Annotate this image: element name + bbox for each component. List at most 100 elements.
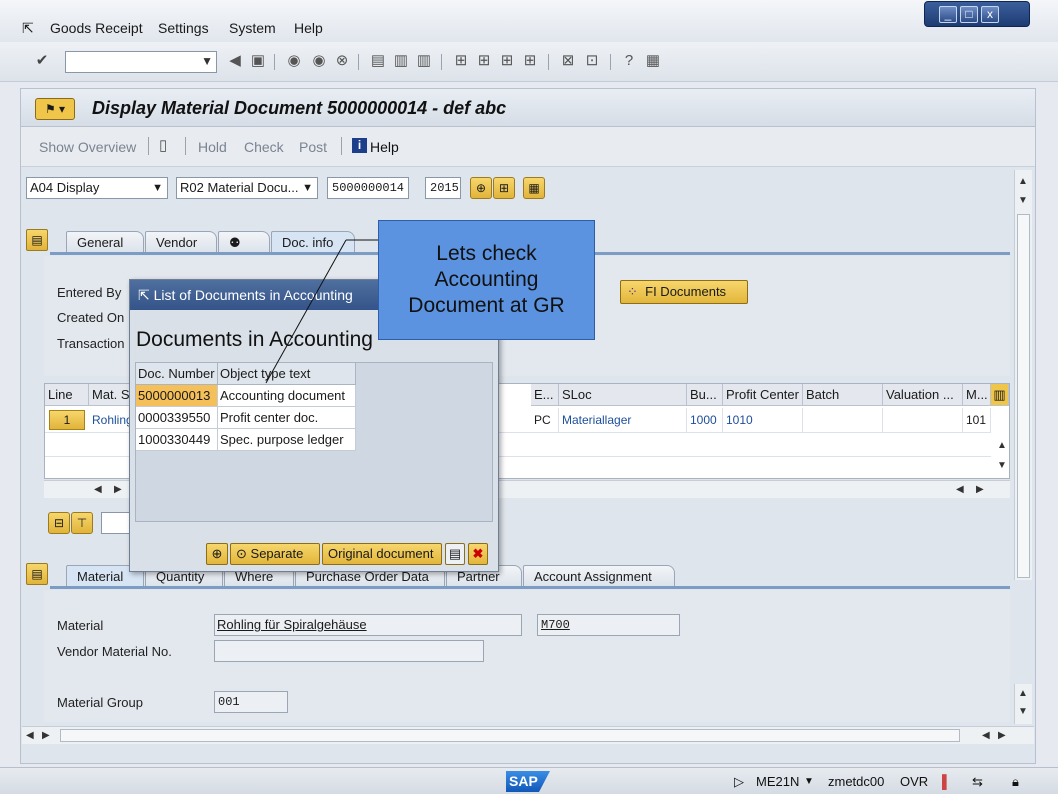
last-page-icon[interactable]: ⊞ bbox=[521, 52, 539, 70]
col-header-mat-short[interactable]: Mat. S bbox=[89, 384, 133, 406]
separate-button[interactable]: ⊙ Separate bbox=[230, 543, 320, 565]
close-button[interactable]: x bbox=[981, 6, 999, 23]
new-document-icon[interactable]: ▯ bbox=[159, 136, 167, 154]
new-session-icon[interactable]: ⊠ bbox=[559, 52, 577, 70]
col-header-sloc[interactable]: SLoc bbox=[559, 384, 687, 406]
menu-settings[interactable]: Settings bbox=[158, 20, 209, 36]
status-transaction[interactable]: ME21N bbox=[756, 774, 799, 789]
help-icon[interactable]: ? bbox=[620, 52, 638, 70]
command-field[interactable]: ▼ bbox=[65, 51, 217, 73]
col-header-batch[interactable]: Batch bbox=[803, 384, 883, 406]
menu-goods-receipt[interactable]: Goods Receipt bbox=[50, 20, 143, 36]
scroll-thumb[interactable] bbox=[1017, 214, 1030, 578]
row-profit-center[interactable]: 1010 bbox=[723, 408, 803, 432]
material-group-field[interactable]: 001 bbox=[214, 691, 288, 713]
table-row-type[interactable]: Profit center doc. bbox=[218, 407, 356, 429]
col-header-line[interactable]: Line bbox=[45, 384, 89, 406]
restore-button[interactable]: □ bbox=[960, 6, 978, 23]
scroll-down-icon[interactable]: ▼ bbox=[1018, 706, 1028, 717]
cancel-icon[interactable]: ⊗ bbox=[333, 52, 351, 70]
scroll-right-icon[interactable]: ▶ bbox=[976, 484, 984, 495]
page-horizontal-scrollbar[interactable]: ◀ ▶ ◀ ▶ bbox=[22, 726, 1034, 744]
menu-help[interactable]: Help bbox=[294, 20, 323, 36]
check-button[interactable]: Check bbox=[244, 139, 284, 155]
tab-general[interactable]: General bbox=[66, 231, 144, 253]
table-row-doc[interactable]: 1000330449 bbox=[136, 429, 218, 451]
chevron-down-icon[interactable]: ▼ bbox=[804, 776, 814, 787]
year-field[interactable]: 2015 bbox=[425, 177, 461, 199]
expand-item-icon[interactable]: ▤ bbox=[26, 563, 48, 585]
dialog-menu-icon[interactable]: ⇱ bbox=[138, 287, 150, 303]
filter-icon[interactable]: ⊟ bbox=[48, 512, 70, 534]
choose-icon[interactable]: ⊕ bbox=[206, 543, 228, 565]
col-header-valuation[interactable]: Valuation ... bbox=[883, 384, 963, 406]
find-icon[interactable]: ▥ bbox=[392, 52, 410, 70]
table-row-type[interactable]: Spec. purpose ledger bbox=[218, 429, 356, 451]
scroll-right-icon[interactable]: ▶ bbox=[42, 730, 50, 741]
row-bu[interactable]: 1000 bbox=[687, 408, 723, 432]
print-icon[interactable]: ▤ bbox=[445, 543, 465, 565]
grid-icon[interactable]: ▦ bbox=[523, 177, 545, 199]
layout-icon[interactable]: ▦ bbox=[644, 52, 662, 70]
next-page-icon[interactable]: ⊞ bbox=[498, 52, 516, 70]
col-header-profit-center[interactable]: Profit Center bbox=[723, 384, 803, 406]
row-sloc[interactable]: Materiallager bbox=[559, 408, 687, 432]
scroll-left-icon[interactable]: ◀ bbox=[26, 730, 34, 741]
back-icon[interactable]: ◉ bbox=[285, 52, 303, 70]
expand-header-icon[interactable]: ▤ bbox=[26, 229, 48, 251]
table-row-doc[interactable]: 0000339550 bbox=[136, 407, 218, 429]
status-mode[interactable]: OVR bbox=[900, 774, 928, 789]
scroll-up-icon[interactable]: ▲ bbox=[1018, 176, 1028, 187]
scroll-down-icon[interactable]: ▼ bbox=[1018, 195, 1028, 206]
original-document-button[interactable]: Original document bbox=[322, 543, 442, 565]
document-number-field[interactable]: 5000000014 bbox=[327, 177, 409, 199]
col-header-doc-number[interactable]: Doc. Number bbox=[136, 363, 218, 385]
vendor-material-field[interactable] bbox=[214, 640, 484, 662]
menu-icon[interactable]: ⇱ bbox=[22, 20, 34, 37]
vertical-scrollbar[interactable]: ▲ ▼ bbox=[1014, 170, 1032, 580]
scroll-right-icon[interactable]: ▶ bbox=[998, 730, 1006, 741]
show-overview-button[interactable]: Show Overview bbox=[39, 139, 136, 155]
previous-page-icon[interactable]: ⊞ bbox=[475, 52, 493, 70]
material-description-field[interactable]: Rohling für Spiralgehäuse bbox=[214, 614, 522, 636]
exit-icon[interactable]: ◉ bbox=[310, 52, 328, 70]
hold-button[interactable]: Hold bbox=[198, 139, 227, 155]
display-change-icon[interactable]: ⚑ ▾ bbox=[35, 98, 75, 120]
shortcut-icon[interactable]: ⊡ bbox=[583, 52, 601, 70]
play-icon[interactable]: ▷ bbox=[734, 774, 744, 790]
enter-icon[interactable]: ✔ bbox=[33, 52, 51, 70]
save-icon[interactable]: ▣ bbox=[249, 52, 267, 70]
minimize-button[interactable]: _ bbox=[939, 6, 957, 23]
table-row-doc[interactable]: 5000000013 bbox=[136, 385, 218, 407]
col-header-movement[interactable]: M... bbox=[963, 384, 991, 406]
tab-vendor[interactable]: Vendor bbox=[145, 231, 217, 253]
chevron-down-icon[interactable]: ▼ bbox=[201, 54, 213, 68]
back-small-icon[interactable]: ◀ bbox=[226, 52, 244, 70]
scroll-down-icon[interactable]: ▼ bbox=[997, 460, 1007, 471]
help-button[interactable]: Help bbox=[370, 139, 399, 155]
col-header-e[interactable]: E... bbox=[531, 384, 559, 406]
table-row-type[interactable]: Accounting document bbox=[218, 385, 356, 407]
row-line-button[interactable]: 1 bbox=[49, 410, 85, 430]
col-header-bu[interactable]: Bu... bbox=[687, 384, 723, 406]
scroll-left-icon[interactable]: ◀ bbox=[94, 484, 102, 495]
scroll-thumb[interactable] bbox=[60, 729, 960, 742]
close-icon[interactable]: ✖ bbox=[468, 543, 488, 565]
fi-documents-button[interactable]: ⁘ FI Documents bbox=[620, 280, 748, 304]
scroll-left-icon[interactable]: ◀ bbox=[982, 730, 990, 741]
item-search-field[interactable] bbox=[101, 512, 131, 534]
column-config-icon[interactable]: ▥ bbox=[991, 384, 1009, 406]
find-next-icon[interactable]: ▥ bbox=[415, 52, 433, 70]
tab-account-assignment[interactable]: Account Assignment bbox=[523, 565, 675, 587]
row-mat-short[interactable]: Rohling bbox=[89, 408, 133, 432]
menu-system[interactable]: System bbox=[229, 20, 276, 36]
detail-vertical-scrollbar[interactable]: ▲ ▼ bbox=[1014, 684, 1032, 724]
scroll-left-icon[interactable]: ◀ bbox=[956, 484, 964, 495]
lock-icon[interactable]: 🔒︎ bbox=[1012, 774, 1019, 790]
material-number-field[interactable]: M700 bbox=[537, 614, 680, 636]
scroll-right-icon[interactable]: ▶ bbox=[114, 484, 122, 495]
scroll-up-icon[interactable]: ▲ bbox=[1018, 688, 1028, 699]
scroll-up-icon[interactable]: ▲ bbox=[997, 440, 1007, 451]
action-select[interactable]: A04 Display ▼ bbox=[26, 177, 168, 199]
execute-icon[interactable]: ⊕ bbox=[470, 177, 492, 199]
